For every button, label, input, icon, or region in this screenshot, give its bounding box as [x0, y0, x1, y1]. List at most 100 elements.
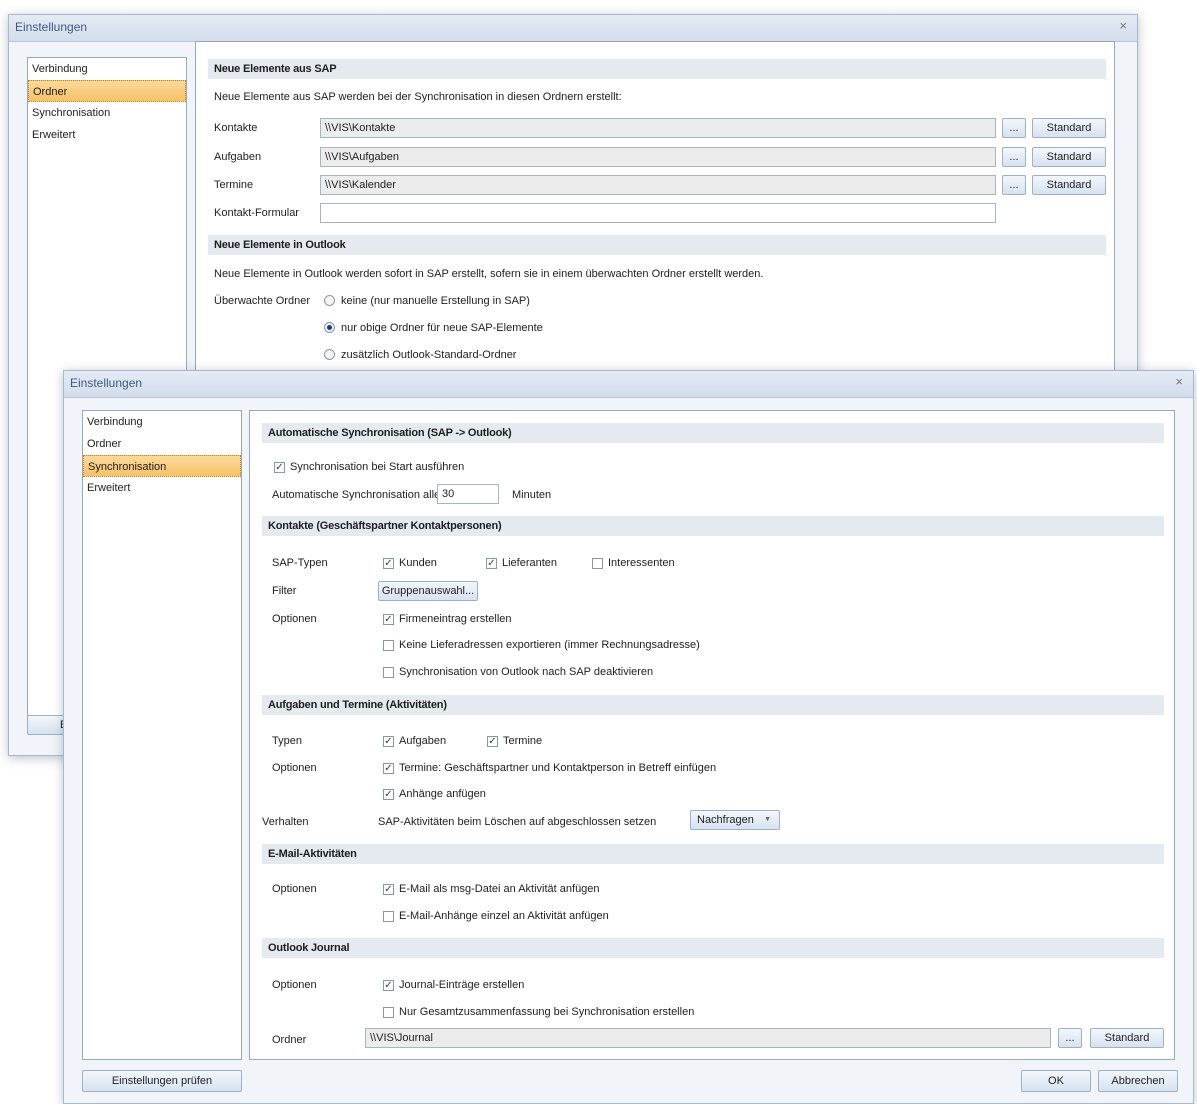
journal-entries-label: Journal-Einträge erstellen: [399, 979, 525, 991]
sync-on-start-checkbox[interactable]: ✓: [274, 462, 285, 473]
appointments-folder-label: Termine: [214, 179, 254, 191]
summary-only-label: Nur Gesamtzusammenfassung bei Synchronis…: [399, 1006, 695, 1018]
title-bar[interactable]: Einstellungen ×: [9, 15, 1137, 42]
tasks-label: Aufgaben: [399, 735, 447, 747]
interval-label: Automatische Synchronisation alle: [272, 489, 441, 501]
nav-item-synchronisation[interactable]: Synchronisation: [28, 102, 186, 124]
email-msg-label: E-Mail als msg-Datei an Aktivität anfüge…: [399, 883, 600, 895]
suppliers-label: Lieferanten: [502, 557, 558, 569]
filter-label: Filter: [272, 585, 297, 597]
email-msg-checkbox[interactable]: ✓: [383, 884, 394, 895]
journal-standard-button[interactable]: Standard: [1090, 1028, 1164, 1048]
nav-item-ordner[interactable]: Ordner: [83, 433, 241, 455]
window-title: Einstellungen: [70, 376, 143, 390]
company-entry-label: Firmeneintrag erstellen: [399, 613, 512, 625]
section-header: Automatische Synchronisation (SAP -> Out…: [262, 423, 1164, 443]
appointments-browse-button[interactable]: ...: [1002, 175, 1026, 195]
appointments-checkbox[interactable]: ✓: [487, 736, 498, 747]
attachments-label: Anhänge anfügen: [399, 788, 486, 800]
section-header: Neue Elemente aus SAP: [208, 59, 1106, 79]
email-attachments-checkbox[interactable]: [383, 911, 394, 922]
chevron-down-icon: ▼: [764, 816, 771, 823]
attachments-checkbox[interactable]: ✓: [383, 789, 394, 800]
behavior-select[interactable]: Nachfragen ▼: [690, 810, 780, 830]
tasks-checkbox[interactable]: ✓: [383, 736, 394, 747]
suppliers-checkbox[interactable]: ✓: [486, 558, 497, 569]
appointments-label: Termine: [503, 735, 543, 747]
section-header: E-Mail-Aktivitäten: [262, 844, 1164, 864]
section-header: Neue Elemente in Outlook: [208, 235, 1106, 255]
contact-form-label: Kontakt-Formular: [214, 207, 299, 219]
close-icon[interactable]: ×: [1175, 374, 1183, 389]
watched-folders-label: Überwachte Ordner: [214, 295, 310, 307]
section-intro: Neue Elemente aus SAP werden bei der Syn…: [214, 91, 622, 103]
prospects-checkbox[interactable]: [592, 558, 603, 569]
cancel-button[interactable]: Abbrechen: [1098, 1070, 1178, 1092]
group-selection-button[interactable]: Gruppenauswahl...: [378, 581, 478, 601]
tasks-folder-field[interactable]: \\VIS\Aufgaben: [320, 147, 996, 167]
interval-input[interactable]: 30: [437, 484, 499, 504]
nav-item-ordner[interactable]: Ordner: [28, 80, 186, 102]
appointments-standard-button[interactable]: Standard: [1032, 175, 1106, 195]
company-entry-checkbox[interactable]: ✓: [383, 614, 394, 625]
behavior-label: Verhalten: [262, 816, 309, 828]
appointments-folder-field[interactable]: \\VIS\Kalender: [320, 175, 996, 195]
watched-none-radio[interactable]: [324, 295, 335, 306]
journal-browse-button[interactable]: ...: [1058, 1028, 1082, 1048]
subject-partner-checkbox[interactable]: ✓: [383, 763, 394, 774]
behavior-text: SAP-Aktivitäten beim Löschen auf abgesch…: [378, 816, 657, 828]
journal-folder-field[interactable]: \\VIS\Journal: [365, 1028, 1051, 1048]
window-title: Einstellungen: [15, 20, 88, 34]
customers-checkbox[interactable]: ✓: [383, 558, 394, 569]
journal-folder-label: Ordner: [272, 1034, 307, 1046]
summary-only-checkbox[interactable]: [383, 1007, 394, 1018]
contacts-options-label: Optionen: [272, 613, 317, 625]
tasks-folder-label: Aufgaben: [214, 151, 262, 163]
disable-outlook-sap-sync-checkbox[interactable]: [383, 667, 394, 678]
watched-standard-radio[interactable]: [324, 349, 335, 360]
sync-on-start-label: Synchronisation bei Start ausführen: [290, 461, 465, 473]
watched-above-label: nur obige Ordner für neue SAP-Elemente: [341, 322, 543, 334]
radio-dot: [327, 325, 332, 330]
tasks-options-label: Optionen: [272, 762, 317, 774]
check-settings-button[interactable]: Einstellungen prüfen: [82, 1070, 242, 1092]
watched-none-label: keine (nur manuelle Erstellung in SAP): [341, 295, 530, 307]
sap-types-label: SAP-Typen: [272, 557, 328, 569]
nav-item-synchronisation[interactable]: Synchronisation: [83, 455, 241, 477]
tasks-browse-button[interactable]: ...: [1002, 147, 1026, 167]
nav-item-erweitert[interactable]: Erweitert: [28, 124, 186, 146]
contact-form-field[interactable]: [320, 203, 996, 223]
journal-entries-checkbox[interactable]: ✓: [383, 980, 394, 991]
journal-options-label: Optionen: [272, 979, 317, 991]
subject-partner-label: Termine: Geschäftspartner und Kontaktper…: [399, 762, 717, 774]
watched-standard-label: zusätzlich Outlook-Standard-Ordner: [341, 349, 517, 361]
customers-label: Kunden: [399, 557, 437, 569]
activity-types-label: Typen: [272, 735, 302, 747]
section-header: Aufgaben und Termine (Aktivitäten): [262, 695, 1164, 715]
contacts-browse-button[interactable]: ...: [1002, 118, 1026, 138]
watched-above-radio[interactable]: [324, 322, 335, 333]
nav-item-verbindung[interactable]: Verbindung: [83, 411, 241, 433]
contacts-folder-label: Kontakte: [214, 122, 258, 134]
no-delivery-address-checkbox[interactable]: [383, 640, 394, 651]
section-header: Outlook Journal: [262, 938, 1164, 958]
settings-nav: Verbindung Ordner Synchronisation Erweit…: [82, 410, 242, 1060]
nav-item-verbindung[interactable]: Verbindung: [28, 58, 186, 80]
nav-item-erweitert[interactable]: Erweitert: [83, 477, 241, 499]
settings-panel-synchronisation: Automatische Synchronisation (SAP -> Out…: [249, 410, 1175, 1060]
ok-button[interactable]: OK: [1021, 1070, 1091, 1092]
settings-window-front: Einstellungen × Verbindung Ordner Synchr…: [63, 370, 1194, 1104]
contacts-standard-button[interactable]: Standard: [1032, 118, 1106, 138]
title-bar[interactable]: Einstellungen ×: [64, 371, 1193, 398]
interval-unit: Minuten: [512, 489, 552, 501]
no-delivery-address-label: Keine Lieferadressen exportieren (immer …: [399, 639, 700, 651]
section-header: Kontakte (Geschäftspartner Kontaktperson…: [262, 516, 1164, 536]
contacts-folder-field[interactable]: \\VIS\Kontakte: [320, 118, 996, 138]
prospects-label: Interessenten: [608, 557, 675, 569]
disable-outlook-sap-sync-label: Synchronisation von Outlook nach SAP dea…: [399, 666, 654, 678]
settings-panel-ordner: Neue Elemente aus SAP Neue Elemente aus …: [195, 41, 1115, 381]
email-attachments-label: E-Mail-Anhänge einzel an Aktivität anfüg…: [399, 910, 609, 922]
tasks-standard-button[interactable]: Standard: [1032, 147, 1106, 167]
email-options-label: Optionen: [272, 883, 317, 895]
close-icon[interactable]: ×: [1119, 18, 1127, 33]
